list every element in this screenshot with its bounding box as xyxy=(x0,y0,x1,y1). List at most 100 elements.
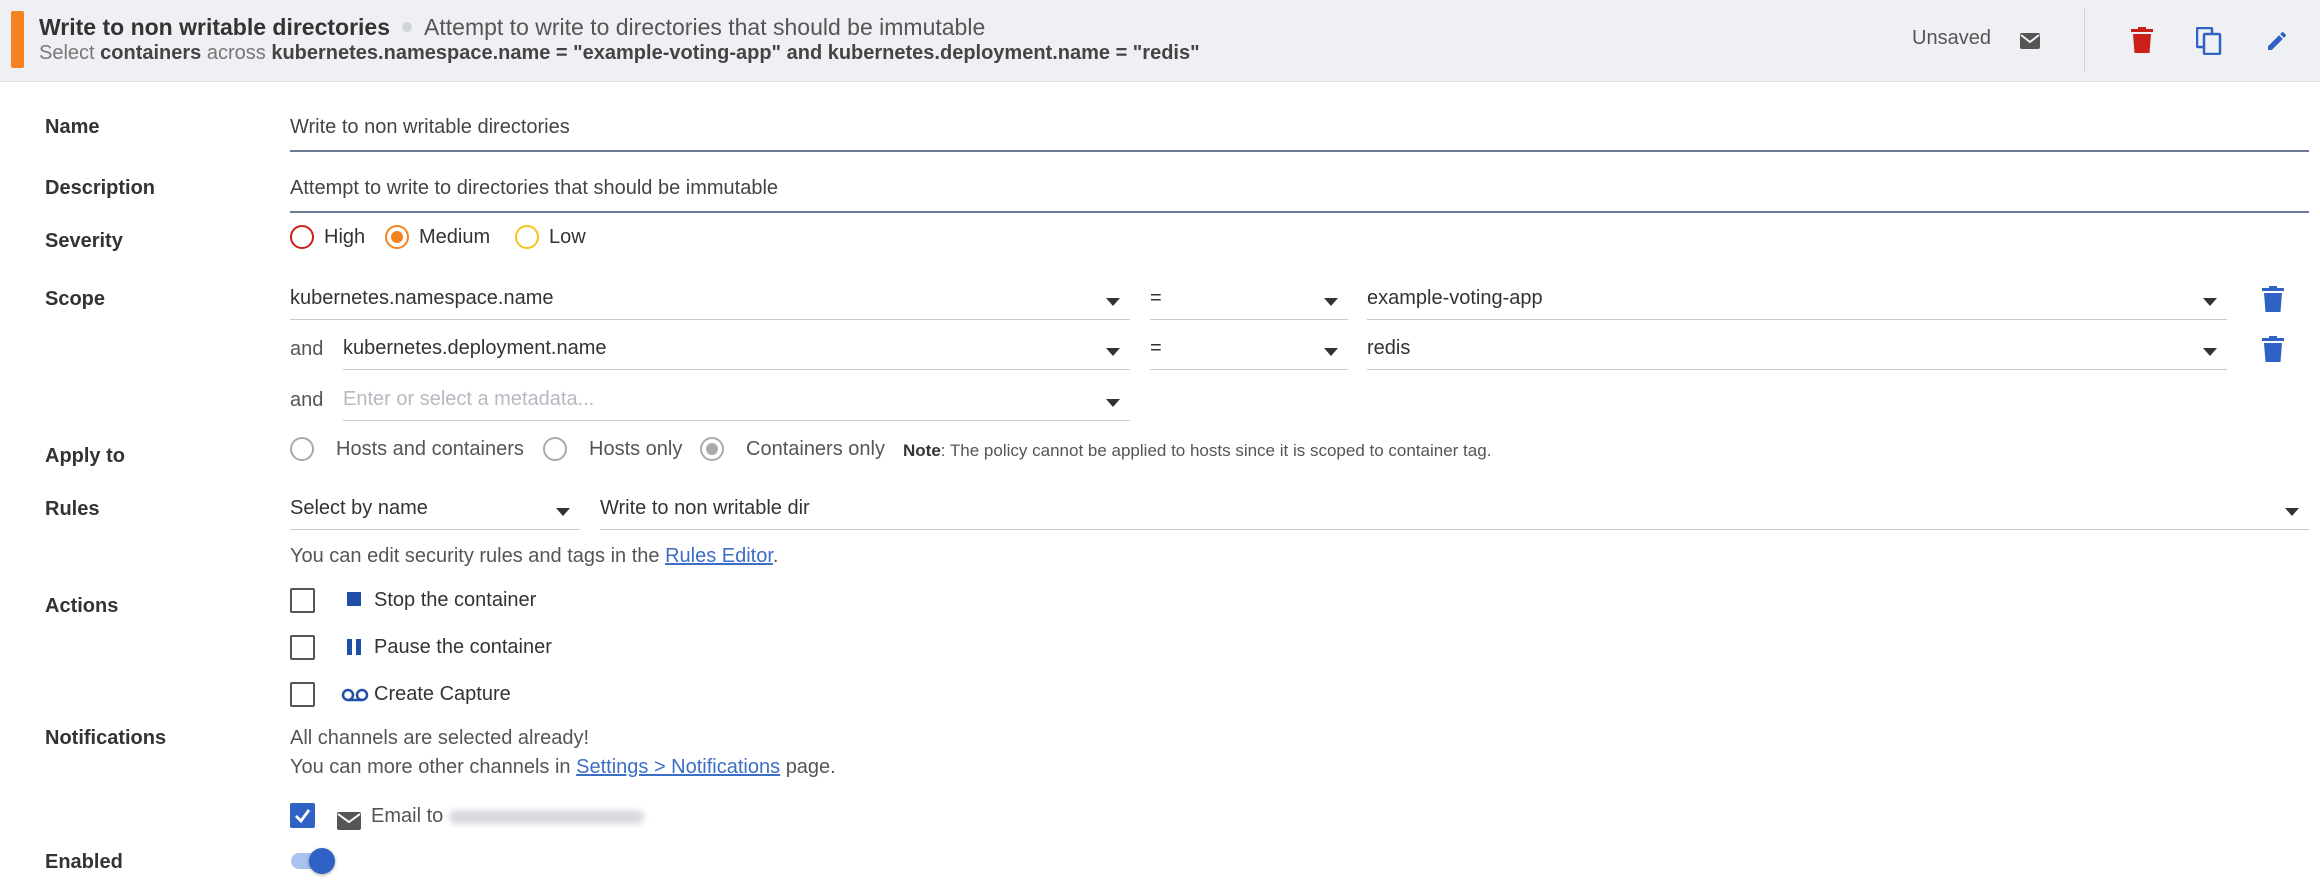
summary-across-word: across xyxy=(206,42,266,64)
policy-title-text: Write to non writable directories xyxy=(39,14,391,40)
notifications-line2-suffix: page. xyxy=(785,756,836,778)
scope-row1-value-select[interactable]: example-voting-app xyxy=(1367,280,2227,320)
apply-hosts-only-label: Hosts only xyxy=(589,437,683,460)
scope-row2-key: kubernetes.deployment.name xyxy=(343,337,607,359)
scope-row1-delete-trash-icon[interactable] xyxy=(2262,286,2284,317)
note-text: : The policy cannot be applied to hosts … xyxy=(940,441,1492,460)
apply-option-hosts-only[interactable]: Hosts only xyxy=(543,437,682,461)
radio-low[interactable] xyxy=(515,225,539,249)
summary-scope-expression: kubernetes.namespace.name = "example-vot… xyxy=(271,42,1200,64)
radio-hosts-and-containers[interactable] xyxy=(290,437,314,461)
apply-to-note: Note: The policy cannot be applied to ho… xyxy=(903,441,1491,461)
severity-medium-label: Medium xyxy=(419,225,491,248)
action-stop-label: Stop the container xyxy=(374,589,537,611)
capture-icon xyxy=(341,687,369,703)
action-capture-label: Create Capture xyxy=(374,683,511,705)
radio-hosts-only[interactable] xyxy=(543,437,567,461)
email-channel-prefix: Email to xyxy=(371,805,444,827)
pause-icon xyxy=(347,639,361,655)
scope-row2-value-select[interactable]: redis xyxy=(1367,330,2227,370)
scope-row1-key-select[interactable]: kubernetes.namespace.name xyxy=(290,280,1130,320)
apply-hosts-and-containers-label: Hosts and containers xyxy=(336,437,524,460)
email-channel-checkbox[interactable] xyxy=(290,803,315,828)
scope-row2-operator: = xyxy=(1150,337,1162,359)
notifications-label: Notifications xyxy=(45,727,167,749)
apply-containers-only-label: Containers only xyxy=(746,437,885,460)
rules-help-text: You can edit security rules and tags in … xyxy=(290,545,778,568)
rules-help-prefix: You can edit security rules and tags in … xyxy=(290,545,660,567)
scope-new-key-select[interactable]: Enter or select a metadata... xyxy=(343,381,1130,421)
description-label: Description xyxy=(45,177,156,199)
chevron-down-icon xyxy=(2285,508,2299,516)
severity-low-label: Low xyxy=(549,225,586,248)
chevron-down-icon xyxy=(1106,348,1120,356)
description-input[interactable]: Attempt to write to directories that sho… xyxy=(290,173,2309,213)
chevron-down-icon xyxy=(1324,348,1338,356)
action-pause-checkbox[interactable] xyxy=(290,635,315,660)
scope-row2-value: redis xyxy=(1367,337,1411,359)
name-label: Name xyxy=(45,116,100,138)
rules-mode-select[interactable]: Select by name xyxy=(290,490,580,530)
note-label: Note xyxy=(903,441,941,460)
unsaved-status: Unsaved xyxy=(1912,27,1991,49)
copy-icon[interactable] xyxy=(2194,25,2224,57)
chevron-down-icon xyxy=(1106,298,1120,306)
email-channel-label: Email to xyxy=(371,805,645,828)
rules-value-select[interactable]: Write to non writable dir xyxy=(600,490,2309,530)
notifications-line2: You can more other channels in Settings … xyxy=(290,756,836,779)
policy-title: Write to non writable directories Attempt… xyxy=(39,14,985,41)
name-input[interactable]: Write to non writable directories xyxy=(290,112,2309,152)
trash-icon[interactable] xyxy=(2128,24,2156,56)
chevron-down-icon xyxy=(1324,298,1338,306)
rules-label: Rules xyxy=(45,498,100,520)
radio-medium-selected[interactable]: .sev-med::after{} xyxy=(385,225,409,249)
severity-option-high[interactable]: High xyxy=(290,225,365,249)
scope-row1-operator-select[interactable]: = xyxy=(1150,280,1348,320)
radio-high[interactable] xyxy=(290,225,314,249)
redacted-email xyxy=(449,809,645,824)
radio-containers-only-selected[interactable] xyxy=(700,437,724,461)
notifications-line1: All channels are selected already! xyxy=(290,727,590,749)
enabled-toggle-thumb[interactable] xyxy=(309,848,335,874)
envelope-icon[interactable] xyxy=(2018,29,2042,53)
policy-description-text: Attempt to write to directories that sho… xyxy=(424,14,986,40)
severity-high-label: High xyxy=(324,225,366,248)
policy-header: Write to non writable directories Attempt… xyxy=(0,0,2320,82)
scope-row2-operator-select[interactable]: = xyxy=(1150,330,1348,370)
policy-scope-summary: Select containers across kubernetes.name… xyxy=(39,42,1200,65)
action-capture-checkbox[interactable] xyxy=(290,682,315,707)
severity-accent-bar xyxy=(11,11,24,68)
apply-option-hosts-and-containers[interactable]: Hosts and containers xyxy=(290,437,524,461)
scope-row2-and-label: and xyxy=(290,338,324,360)
apply-option-containers-only[interactable]: Containers only xyxy=(700,437,885,461)
scope-label: Scope xyxy=(45,288,106,310)
scope-row1-key: kubernetes.namespace.name xyxy=(290,287,554,309)
summary-target: containers xyxy=(100,42,202,64)
rules-help-suffix: . xyxy=(772,545,779,567)
pencil-icon[interactable] xyxy=(2262,26,2292,56)
envelope-icon xyxy=(337,812,361,835)
rules-editor-link[interactable]: Rules Editor xyxy=(665,545,773,567)
severity-option-medium[interactable]: .sev-med::after{} Medium xyxy=(385,225,490,249)
chevron-down-icon xyxy=(2203,348,2217,356)
separator-dot xyxy=(402,22,413,33)
chevron-down-icon xyxy=(2203,298,2217,306)
summary-select-word: Select xyxy=(39,42,95,64)
enabled-label: Enabled xyxy=(45,851,123,873)
scope-row2-key-select[interactable]: kubernetes.deployment.name xyxy=(343,330,1130,370)
severity-option-low[interactable]: Low xyxy=(515,225,586,249)
action-pause-label: Pause the container xyxy=(374,636,552,658)
severity-label: Severity xyxy=(45,230,123,252)
rules-selected-value: Write to non writable dir xyxy=(600,497,810,519)
action-stop-checkbox[interactable] xyxy=(290,588,315,613)
settings-notifications-link[interactable]: Settings > Notifications xyxy=(576,756,780,778)
chevron-down-icon xyxy=(556,508,570,516)
stop-icon xyxy=(347,592,361,606)
header-separator xyxy=(2084,8,2085,72)
chevron-down-icon xyxy=(1106,399,1120,407)
scope-row2-delete-trash-icon[interactable] xyxy=(2262,336,2284,367)
scope-row1-value: example-voting-app xyxy=(1367,287,1543,309)
scope-row3-and-label: and xyxy=(290,389,324,411)
scope-new-key-placeholder: Enter or select a metadata... xyxy=(343,388,595,410)
actions-label: Actions xyxy=(45,595,119,617)
